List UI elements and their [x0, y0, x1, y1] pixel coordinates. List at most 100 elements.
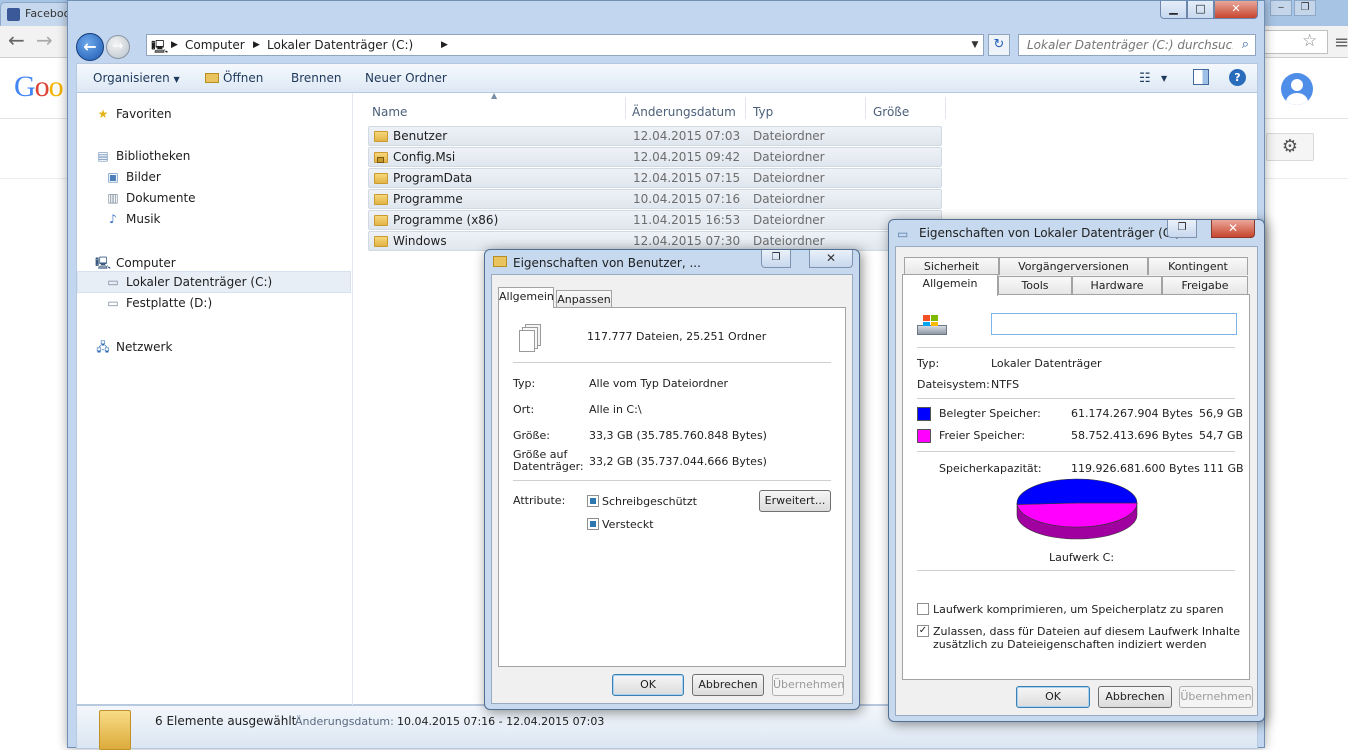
help-icon[interactable]: ? — [1229, 69, 1246, 86]
nav-label: Favoriten — [116, 107, 172, 121]
maximize-button[interactable]: □ — [1187, 1, 1214, 19]
readonly-checkbox[interactable] — [587, 495, 599, 507]
browser-restore-button[interactable]: ❐ — [1294, 0, 1316, 16]
tab-previous-versions[interactable]: Vorgängerversionen — [999, 257, 1148, 275]
tab-quota[interactable]: Kontingent — [1148, 257, 1248, 275]
open-button[interactable]: Öffnen — [205, 71, 263, 85]
free-space-gb: 54,7 GB — [1199, 429, 1244, 442]
file-row[interactable]: Benutzer 12.04.2015 07:03 Dateiordner — [368, 126, 942, 146]
column-header-type[interactable]: Typ — [753, 105, 773, 119]
file-name: Benutzer — [393, 129, 448, 143]
browser-back-icon[interactable]: ← — [8, 30, 25, 50]
tab-security[interactable]: Sicherheit — [904, 257, 999, 275]
browser-tab-facebook[interactable]: Facebook — [0, 2, 70, 26]
pictures-icon: ▣ — [107, 170, 119, 184]
tab-general[interactable]: Allgemein — [902, 274, 998, 296]
file-row[interactable]: ProgramData 12.04.2015 07:15 Dateiordner — [368, 168, 942, 188]
column-header-date[interactable]: Änderungsdatum — [632, 105, 736, 119]
new-folder-button[interactable]: Neuer Ordner — [365, 71, 447, 85]
nav-pictures[interactable]: ▣ Bilder — [105, 170, 161, 184]
browser-omnibox[interactable]: ☆ — [1262, 30, 1328, 54]
index-label: Zulassen, dass für Dateien auf diesem La… — [933, 625, 1240, 638]
chevron-right-icon[interactable]: ▶ — [253, 40, 260, 50]
close-button[interactable]: ✕ — [1214, 1, 1258, 19]
tab-tools[interactable]: Tools — [998, 276, 1072, 294]
refresh-button[interactable]: ↻ — [988, 34, 1010, 56]
ok-button[interactable]: OK — [1016, 686, 1090, 708]
nav-favorites[interactable]: ★ Favoriten — [95, 107, 172, 121]
lock-icon — [377, 157, 384, 163]
tab-sharing[interactable]: Freigabe — [1162, 276, 1248, 294]
browser-menu-icon[interactable]: ≡ — [1334, 32, 1348, 53]
column-header-size[interactable]: Größe — [873, 105, 909, 119]
library-icon: ▤ — [97, 149, 109, 163]
divider — [917, 398, 1235, 399]
column-header-name[interactable]: Name — [372, 105, 407, 119]
cancel-button[interactable]: Abbrechen — [692, 674, 764, 696]
restore-button[interactable]: ❐ — [1167, 220, 1197, 238]
nav-music[interactable]: ♪ Musik — [105, 212, 160, 226]
advanced-button[interactable]: Erweitert... — [759, 490, 831, 512]
breadcrumb-computer[interactable]: Computer — [185, 38, 245, 52]
burn-button[interactable]: Brennen — [291, 71, 341, 85]
minimize-button[interactable]: ▁ — [1160, 1, 1187, 19]
capacity-label: Speicherkapazität: — [939, 462, 1042, 475]
file-name: ProgramData — [393, 171, 473, 185]
close-button[interactable]: ✕ — [1211, 220, 1255, 238]
hidden-checkbox[interactable] — [587, 518, 599, 530]
back-button[interactable]: ← — [76, 33, 104, 61]
nav-label: Festplatte (D:) — [126, 296, 213, 310]
chevron-right-icon[interactable]: ▶ — [171, 40, 178, 50]
column-separator[interactable] — [865, 97, 866, 119]
forward-button[interactable]: → — [106, 35, 130, 59]
search-icon[interactable]: ⌕ — [1242, 37, 1249, 52]
chevron-down-icon[interactable]: ▼ — [1161, 74, 1167, 83]
apply-button[interactable]: Übernehmen — [772, 674, 844, 696]
tab-general[interactable]: Allgemein — [498, 287, 554, 308]
nav-network[interactable]: 🖧 Netzwerk — [95, 338, 172, 359]
folder-open-icon — [205, 73, 219, 83]
divider — [513, 480, 831, 481]
breadcrumb-drive-c[interactable]: Lokaler Datenträger (C:) — [267, 38, 413, 52]
file-row[interactable]: Config.Msi 12.04.2015 09:42 Dateiordner — [368, 147, 942, 167]
dialog-body: Allgemein Anpassen 117.777 Dateien, 25.2… — [491, 274, 853, 704]
browser-minimize-button[interactable]: ‒ — [1270, 0, 1292, 16]
settings-button[interactable]: ⚙ — [1266, 133, 1314, 161]
nav-drive-c[interactable]: ▭ Lokaler Datenträger (C:) — [105, 275, 272, 289]
account-avatar[interactable] — [1281, 73, 1313, 105]
organize-button[interactable]: Organisieren ▼ — [93, 71, 180, 85]
tab-customize[interactable]: Anpassen — [556, 290, 612, 308]
file-row[interactable]: Programme (x86) 11.04.2015 16:53 Dateior… — [368, 210, 942, 230]
facebook-icon — [7, 8, 20, 21]
address-bar[interactable]: 🖳 ▶ Computer ▶ Lokaler Datenträger (C:) … — [146, 34, 984, 56]
close-button[interactable]: ✕ — [809, 250, 853, 268]
restore-button[interactable]: ❐ — [761, 250, 791, 268]
column-separator[interactable] — [625, 97, 626, 119]
browser-forward-icon[interactable]: → — [36, 30, 53, 50]
column-separator[interactable] — [745, 97, 746, 119]
file-row[interactable]: Windows 12.04.2015 07:30 Dateiordner — [368, 231, 942, 251]
file-row[interactable]: Programme 10.04.2015 07:16 Dateiordner — [368, 189, 942, 209]
drive-label-input[interactable] — [991, 313, 1237, 335]
nav-documents[interactable]: ▥ Dokumente — [105, 191, 195, 205]
drive-windows-icon — [917, 315, 947, 337]
chevron-down-icon: ▼ — [173, 75, 180, 84]
cancel-button[interactable]: Abbrechen — [1098, 686, 1172, 708]
search-input[interactable] — [1025, 36, 1235, 54]
preview-pane-icon[interactable] — [1193, 69, 1209, 85]
bookmark-star-icon[interactable]: ☆ — [1302, 31, 1317, 51]
view-options-icon[interactable]: ☷ — [1139, 71, 1151, 86]
nav-drive-d[interactable]: ▭ Festplatte (D:) — [105, 296, 212, 310]
nav-computer[interactable]: 🖳 Computer — [95, 254, 176, 275]
nav-libraries[interactable]: ▤ Bibliotheken — [95, 149, 190, 163]
column-separator[interactable] — [945, 97, 946, 119]
computer-icon: 🖳 — [95, 256, 112, 270]
disk-usage-pie — [1016, 478, 1138, 540]
index-checkbox[interactable]: ✓ — [917, 625, 929, 637]
address-history-dropdown[interactable]: ▼ — [966, 34, 984, 56]
ok-button[interactable]: OK — [612, 674, 684, 696]
compress-checkbox[interactable] — [917, 603, 929, 615]
apply-button[interactable]: Übernehmen — [1179, 686, 1253, 708]
chevron-right-icon[interactable]: ▶ — [441, 40, 448, 50]
tab-hardware[interactable]: Hardware — [1072, 276, 1162, 294]
